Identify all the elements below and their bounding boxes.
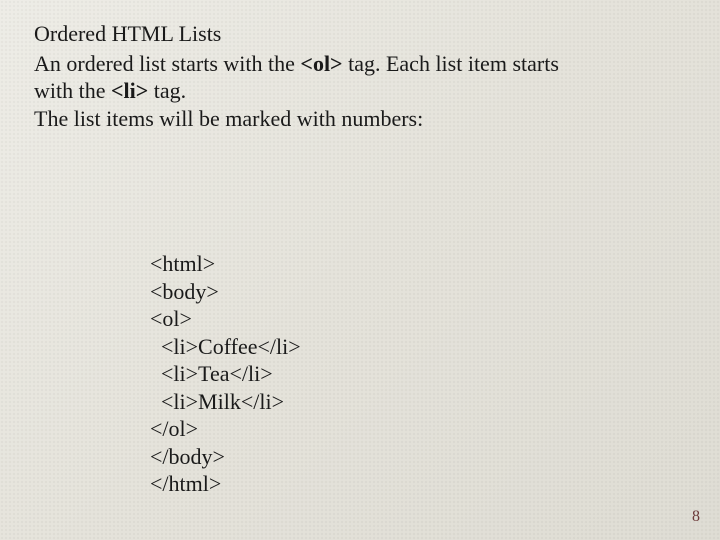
paragraph-2: The list items will be marked with numbe… <box>34 105 594 133</box>
p1-part-a: An ordered list starts with the <box>34 51 300 76</box>
page-number: 8 <box>692 508 700 526</box>
p1-part-c: tag. <box>148 78 186 103</box>
code-sample: <html> <body> <ol> <li>Coffee</li> <li>T… <box>150 250 301 498</box>
paragraph-1: An ordered list starts with the <ol> tag… <box>34 50 594 105</box>
slide: Ordered HTML Lists An ordered list start… <box>0 0 720 540</box>
slide-text: Ordered HTML Lists An ordered list start… <box>34 20 594 132</box>
li-tag: <li> <box>111 78 148 103</box>
slide-title: Ordered HTML Lists <box>34 20 594 48</box>
ol-tag: <ol> <box>300 51 342 76</box>
